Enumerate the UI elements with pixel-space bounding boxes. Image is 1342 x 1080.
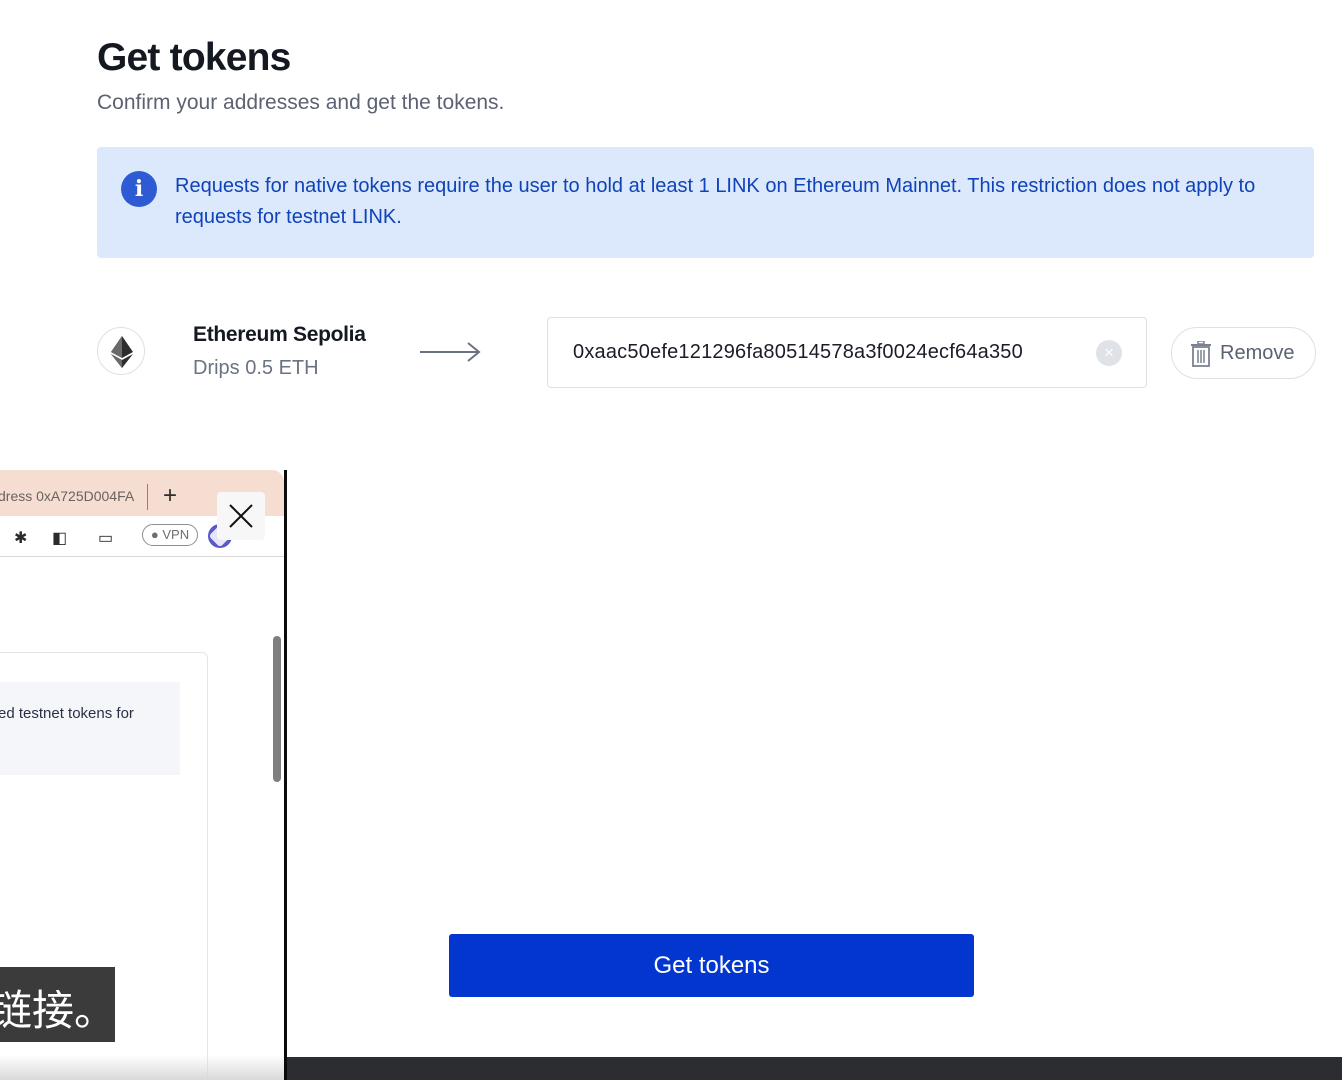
info-icon: i <box>121 171 157 207</box>
remove-button-label: Remove <box>1220 342 1295 364</box>
trash-icon <box>1191 341 1211 367</box>
remove-button[interactable]: Remove <box>1171 327 1316 379</box>
info-banner: i Requests for native tokens require the… <box>97 147 1314 258</box>
clear-icon[interactable]: × <box>1096 340 1122 366</box>
ethereum-icon <box>97 327 145 375</box>
get-tokens-button[interactable]: Get tokens <box>449 934 974 997</box>
arrow-right-icon <box>420 342 481 362</box>
info-banner-text: Requests for native tokens require the u… <box>175 175 1256 228</box>
wallet-address-value[interactable]: 0xaac50efe121296fa80514578a3f0024ecf64a3… <box>573 341 1023 364</box>
page-subtitle: Confirm your addresses and get the token… <box>97 91 505 114</box>
vpn-badge: ● VPN <box>142 524 198 546</box>
network-drip-amount: Drips 0.5 ETH <box>193 357 319 379</box>
page-title: Get tokens <box>97 36 291 79</box>
floating-video-overlay[interactable]: dress 0xA725D004FA + ✱ ◧ ▭ ● VPN ☰ ed te… <box>0 470 287 1080</box>
sidebar-icon: ◧ <box>52 530 68 547</box>
overlay-border <box>284 470 287 1080</box>
network-name: Ethereum Sepolia <box>193 323 366 346</box>
overlay-notice <box>0 682 180 775</box>
network-row: Ethereum Sepolia Drips 0.5 ETH 0xaac50ef… <box>97 317 1317 389</box>
overlay-bottom-fade <box>0 1055 284 1080</box>
video-subtitle: 链接。 <box>0 967 117 1042</box>
overlay-new-tab-icon: + <box>163 482 178 509</box>
bottom-bar <box>287 1057 1342 1080</box>
wallet-icon: ▭ <box>98 530 114 547</box>
overlay-close-button[interactable] <box>217 492 265 540</box>
video-subtitle-text: 链接。 <box>0 986 117 1035</box>
overlay-tab-divider <box>147 484 148 510</box>
overlay-scrollbar[interactable] <box>273 636 281 782</box>
extensions-icon: ✱ <box>14 530 28 547</box>
close-icon <box>229 504 253 528</box>
overlay-notice-text: ed testnet tokens for <box>0 705 134 722</box>
wallet-address-field[interactable]: 0xaac50efe121296fa80514578a3f0024ecf64a3… <box>547 317 1147 388</box>
overlay-browser-tab: dress 0xA725D004FA <box>0 488 135 504</box>
